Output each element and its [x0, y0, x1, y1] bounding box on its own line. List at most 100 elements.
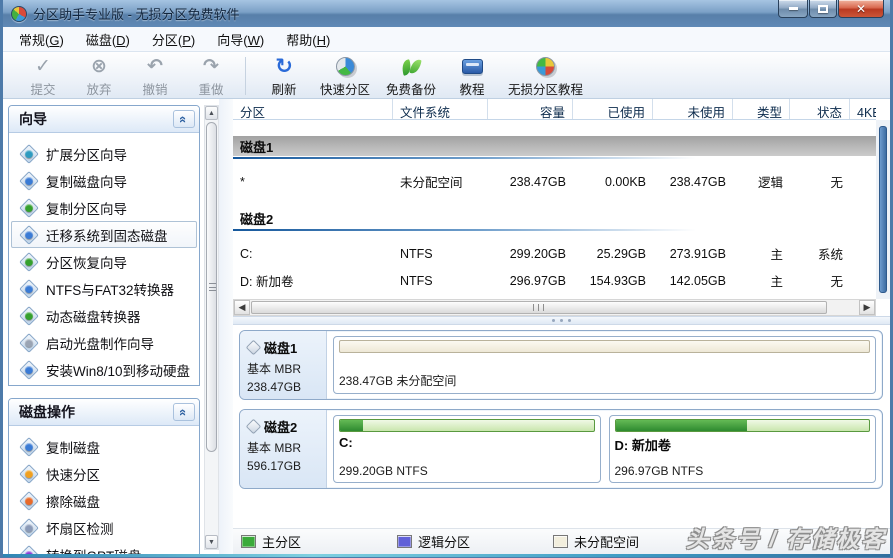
close-button[interactable]: ✕ [838, 0, 884, 18]
column-header-capacity[interactable]: 容量 [488, 99, 573, 119]
minimize-button[interactable] [778, 0, 808, 18]
table-body: 磁盘1 * 未分配空间 238.47GB 0.00KB 238.47GB 逻辑 … [233, 120, 876, 299]
sidebar-scrollbar[interactable]: ▲ ▼ [204, 105, 219, 550]
wizard-item-icon [20, 307, 37, 324]
table-vertical-scrollbar[interactable] [876, 120, 890, 299]
sidebar-main-gap [219, 99, 233, 554]
table-row[interactable]: C: NTFS 299.20GB 25.29GB 273.91GB 主 系统 [233, 241, 876, 266]
scroll-down-arrow-icon[interactable]: ▼ [205, 535, 218, 549]
scroll-right-arrow-icon[interactable]: ▶ [859, 300, 875, 315]
refresh-button[interactable]: ↻ 刷新 [256, 55, 312, 98]
quick-partition-button[interactable]: 快速分区 [312, 55, 378, 98]
column-header-4kb-align[interactable]: 4KB对齐 [850, 99, 876, 119]
disk1-group: 磁盘1 * 未分配空间 238.47GB 0.00KB 238.47GB 逻辑 … [233, 136, 876, 194]
disk2-scheme: 基本 MBR [247, 441, 302, 455]
undo-button[interactable]: ↶ 撤销 [127, 55, 183, 98]
title-bar[interactable]: 分区助手专业版 - 无损分区免费软件 ✕ [3, 0, 890, 27]
wizard-panel-header: 向导 « [9, 106, 199, 133]
sidebar-item-ntfs-fat32-converter[interactable]: NTFS与FAT32转换器 [11, 275, 197, 302]
menu-help[interactable]: 帮助(H) [275, 27, 341, 52]
disk1-group-header[interactable]: 磁盘1 [233, 136, 876, 156]
app-window: 分区助手专业版 - 无损分区免费软件 ✕ 常规(G) 磁盘(D) 分区(P) 向… [0, 0, 893, 558]
partition-block-d[interactable]: D: 新加卷 296.97GB NTFS [608, 415, 876, 483]
apply-button[interactable]: ✓ 提交 [15, 55, 71, 98]
menu-partition[interactable]: 分区(P) [141, 27, 206, 52]
watermark: 头条号 / 存储极客 [685, 526, 886, 552]
sidebar-item-install-win8-to-usb[interactable]: 安装Win8/10到移动硬盘 [11, 356, 197, 383]
disk1-box[interactable]: 磁盘1 基本 MBR 238.47GB 238.47GB 未分配空间 [239, 330, 883, 400]
table-row[interactable]: D: 新加卷 NTFS 296.97GB 154.93GB 142.05GB 主… [233, 268, 876, 293]
disk1-name: 磁盘1 [264, 341, 298, 356]
wizard-panel: 向导 « 扩展分区向导 复制磁盘向导 复制分区向导 迁移系统到固态磁盘 分区恢复… [8, 105, 200, 386]
disk-operations-collapse-button[interactable]: « [173, 403, 195, 421]
column-header-filesystem[interactable]: 文件系统 [393, 99, 488, 119]
table-horizontal-scrollbar[interactable]: ◀ ▶ [233, 299, 876, 316]
group-underline [233, 157, 876, 159]
column-header-status[interactable]: 状态 [790, 99, 850, 119]
disk-operations-panel: 磁盘操作 « 复制磁盘 快速分区 擦除磁盘 坏扇区检测 [8, 398, 200, 554]
partition-block-c[interactable]: C: 299.20GB NTFS [333, 415, 601, 483]
sidebar-item-partition-recovery-wizard[interactable]: 分区恢复向导 [11, 248, 197, 275]
sidebar-item-convert-to-gpt[interactable]: 转换到GPT磁盘 [11, 541, 197, 554]
sidebar-scrollbar-thumb[interactable] [206, 122, 217, 452]
tutorial-button[interactable]: 教程 [444, 55, 500, 98]
wizard-item-icon [20, 145, 37, 162]
column-header-type[interactable]: 类型 [733, 99, 790, 119]
table-header-row: 分区 文件系统 容量 已使用 未使用 类型 状态 4KB对齐 [233, 99, 876, 120]
scroll-left-arrow-icon[interactable]: ◀ [234, 300, 250, 315]
sidebar-item-copy-disk[interactable]: 复制磁盘 [11, 433, 197, 460]
disk2-group-header[interactable]: 磁盘2 [233, 208, 876, 228]
disk-op-icon [20, 465, 37, 482]
sidebar-item-migrate-os-to-ssd[interactable]: 迁移系统到固态磁盘 [11, 221, 197, 248]
sidebar-item-extend-partition-wizard[interactable]: 扩展分区向导 [11, 140, 197, 167]
sidebar-item-bootable-cd-wizard[interactable]: 启动光盘制作向导 [11, 329, 197, 356]
column-header-used[interactable]: 已使用 [573, 99, 653, 119]
column-header-partition[interactable]: 分区 [233, 99, 393, 119]
disk1-partitions: 238.47GB 未分配空间 [327, 331, 882, 399]
close-icon: ✕ [855, 1, 867, 16]
lossless-tutorial-button[interactable]: 无损分区教程 [500, 55, 591, 98]
table-vertical-scrollbar-thumb[interactable] [879, 126, 887, 293]
logical-partition-swatch [397, 535, 412, 548]
menu-bar: 常规(G) 磁盘(D) 分区(P) 向导(W) 帮助(H) [3, 27, 890, 52]
maximize-button[interactable] [809, 0, 837, 18]
disk-icon [247, 420, 260, 433]
disk2-group: 磁盘2 C: NTFS 299.20GB 25.29GB 273.91GB 主 … [233, 208, 876, 293]
free-backup-button[interactable]: 免费备份 [378, 55, 444, 98]
disk-op-icon [20, 438, 37, 455]
usage-bar [339, 419, 595, 432]
scroll-up-arrow-icon[interactable]: ▲ [205, 106, 218, 120]
column-header-unused[interactable]: 未使用 [653, 99, 733, 119]
menu-wizard[interactable]: 向导(W) [206, 27, 275, 52]
table-horizontal-scrollbar-thumb[interactable] [251, 301, 827, 314]
discard-button[interactable]: ⊗ 放弃 [71, 55, 127, 98]
menu-general[interactable]: 常规(G) [8, 27, 75, 52]
disk2-box[interactable]: 磁盘2 基本 MBR 596.17GB C: 299.20GB NTFS D: … [239, 409, 883, 489]
app-logo-icon [11, 5, 27, 22]
wizard-item-icon [20, 334, 37, 351]
window-controls: ✕ [777, 0, 884, 18]
content-area: 向导 « 扩展分区向导 复制磁盘向导 复制分区向导 迁移系统到固态磁盘 分区恢复… [3, 99, 890, 554]
main-area: 分区 文件系统 容量 已使用 未使用 类型 状态 4KB对齐 磁盘1 [233, 99, 890, 554]
sidebar-item-quick-partition[interactable]: 快速分区 [11, 460, 197, 487]
sidebar-item-bad-sector-test[interactable]: 坏扇区检测 [11, 514, 197, 541]
menu-disk[interactable]: 磁盘(D) [75, 27, 141, 52]
partition-block-unallocated[interactable]: 238.47GB 未分配空间 [333, 336, 876, 394]
sidebar-item-copy-disk-wizard[interactable]: 复制磁盘向导 [11, 167, 197, 194]
redo-button[interactable]: ↷ 重做 [183, 55, 239, 98]
chevron-up-icon: « [176, 115, 192, 123]
disk2-partitions: C: 299.20GB NTFS D: 新加卷 296.97GB NTFS [327, 410, 882, 488]
disk-map: 磁盘1 基本 MBR 238.47GB 238.47GB 未分配空间 磁盘2 基… [233, 325, 890, 528]
wizard-collapse-button[interactable]: « [173, 110, 195, 128]
sidebar-item-copy-partition-wizard[interactable]: 复制分区向导 [11, 194, 197, 221]
redo-icon: ↷ [203, 56, 219, 77]
sidebar-item-wipe-disk[interactable]: 擦除磁盘 [11, 487, 197, 514]
disk-operations-header: 磁盘操作 « [9, 399, 199, 426]
disk1-scheme: 基本 MBR [247, 362, 302, 376]
sidebar-item-dynamic-disk-converter[interactable]: 动态磁盘转换器 [11, 302, 197, 329]
legend-logical: 逻辑分区 [397, 532, 553, 551]
pane-splitter[interactable] [233, 316, 890, 325]
disk1-size: 238.47GB [247, 380, 302, 394]
wizard-item-icon [20, 253, 37, 270]
table-row[interactable]: * 未分配空间 238.47GB 0.00KB 238.47GB 逻辑 无 [233, 169, 876, 194]
